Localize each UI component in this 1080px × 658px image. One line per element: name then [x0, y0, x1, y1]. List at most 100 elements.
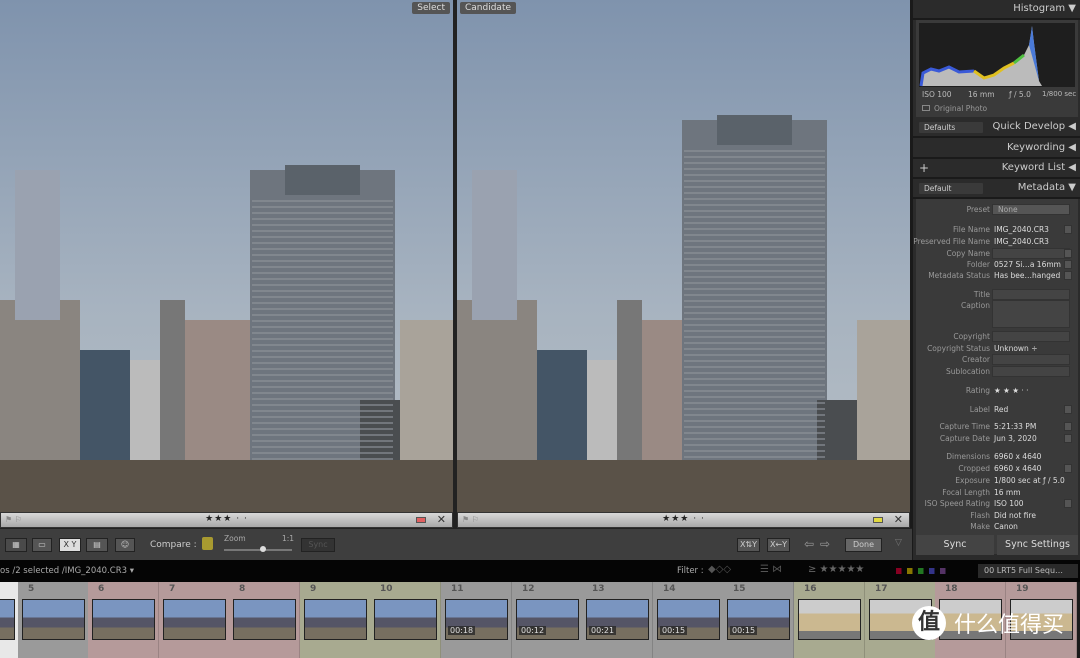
histogram-focal: 16 mm — [968, 90, 995, 99]
thumbnail[interactable]: 00:21 — [586, 599, 649, 640]
lock-icon[interactable] — [202, 537, 213, 550]
select-rating[interactable]: ★★★ · · — [205, 514, 248, 524]
filmstrip-cell[interactable]: 6 — [88, 582, 159, 658]
previous-arrow-icon[interactable]: ⇦ — [804, 537, 814, 551]
frame-number: 9 — [310, 584, 317, 594]
metadata-action-icon[interactable] — [1064, 249, 1072, 258]
metadata-value: 6960 x 4640 — [994, 464, 1042, 473]
swap-button[interactable]: X⇅Y — [737, 538, 760, 552]
metadata-field[interactable] — [992, 248, 1070, 259]
thumbnail[interactable] — [304, 599, 367, 640]
add-icon[interactable]: + — [919, 159, 929, 177]
candidate-image-pane[interactable]: Candidate — [457, 0, 910, 512]
done-button[interactable]: Done — [845, 538, 882, 552]
keyword-list-header[interactable]: + Keyword List ◀ — [913, 159, 1080, 179]
filmstrip-cell[interactable]: 10 — [370, 582, 441, 658]
metadata-field[interactable] — [992, 300, 1070, 328]
histogram-header[interactable]: Histogram ▼ — [913, 0, 1080, 20]
color-label-yellow[interactable] — [873, 517, 883, 523]
metadata-action-icon[interactable] — [1064, 422, 1072, 431]
compare-view-icon[interactable]: X Y — [59, 538, 81, 552]
next-arrow-icon[interactable]: ⇨ — [820, 537, 830, 551]
filmstrip-cell[interactable]: 12 00:12 — [512, 582, 583, 658]
metadata-action-icon[interactable] — [1064, 434, 1072, 443]
thumbnail[interactable] — [163, 599, 226, 640]
edit-filter-icon[interactable]: ☰ ⋈ — [760, 564, 782, 575]
filmstrip-cell[interactable]: 8 — [229, 582, 300, 658]
candidate-rating[interactable]: ★★★ · · — [662, 514, 705, 524]
metadata-value[interactable]: Red — [994, 404, 1008, 415]
zoom-slider[interactable] — [224, 546, 292, 552]
thumbnail[interactable] — [92, 599, 155, 640]
color-label-red[interactable] — [416, 517, 426, 523]
filmstrip-cell[interactable]: 11 00:18 — [441, 582, 512, 658]
rating-filter[interactable]: ≥ ★★★★★ — [808, 564, 864, 575]
metadata-row: Capture Date Jun 3, 2020 — [916, 433, 1078, 444]
thumbnail[interactable] — [798, 599, 861, 640]
filmstrip-cell[interactable]: 14 00:15 — [653, 582, 724, 658]
metadata-value[interactable]: ★ ★ ★ · · — [994, 385, 1028, 396]
thumbnail[interactable]: 00:18 — [445, 599, 508, 640]
filter-preset-select[interactable]: 00 LRT5 Full Sequ… — [978, 564, 1078, 578]
close-icon[interactable]: ✕ — [894, 513, 903, 526]
filmstrip-cell[interactable]: 9 — [300, 582, 371, 658]
keywording-header[interactable]: Keywording ◀ — [913, 139, 1080, 159]
metadata-key: Copyright — [953, 332, 990, 341]
zoom-ratio: 1:1 — [282, 534, 295, 543]
thumbnail[interactable]: 00:15 — [727, 599, 790, 640]
flag-filter-icon[interactable]: ◆◇◇ — [708, 564, 731, 575]
thumbnail[interactable] — [0, 599, 15, 640]
survey-view-icon[interactable]: ▤ — [86, 538, 108, 552]
filmstrip-cell[interactable]: 7 — [159, 582, 230, 658]
metadata-field[interactable] — [992, 366, 1070, 377]
metadata-header[interactable]: Default Metadata ▼ — [913, 179, 1080, 199]
metadata-action-icon[interactable] — [1064, 464, 1072, 473]
make-select-button[interactable]: X←Y — [767, 538, 790, 552]
grid-view-icon[interactable]: ▦ — [5, 538, 27, 552]
metadata-field[interactable] — [992, 289, 1070, 300]
metadata-row: Folder 0527 Si…a 16mm — [916, 259, 1078, 270]
filmstrip-path[interactable]: os /2 selected /IMG_2040.CR3 ▾ — [0, 566, 134, 576]
sync-button[interactable]: Sync — [916, 535, 994, 555]
keywording-title: Keywording — [1006, 142, 1066, 153]
loupe-view-icon[interactable]: ▭ — [32, 538, 52, 552]
thumbnail[interactable]: 00:15 — [657, 599, 720, 640]
quick-develop-preset-select[interactable]: Defaults — [919, 122, 983, 133]
thumbnail[interactable] — [374, 599, 437, 640]
metadata-field[interactable] — [992, 354, 1070, 365]
original-photo-checkbox[interactable] — [922, 105, 930, 111]
close-icon[interactable]: ✕ — [437, 513, 446, 526]
filmstrip-cell[interactable]: 5 — [18, 582, 89, 658]
toolbar-options-icon[interactable]: ▽ — [895, 538, 902, 548]
thumbnail[interactable] — [233, 599, 296, 640]
metadata-action-icon[interactable] — [1064, 499, 1072, 508]
metadata-action-icon[interactable] — [1064, 271, 1072, 280]
sync-zoom-button[interactable]: Sync — [301, 538, 335, 552]
metadata-row: Creator — [916, 354, 1078, 365]
metadata-field[interactable] — [992, 331, 1070, 342]
zoom-label: Zoom — [224, 534, 246, 543]
filmstrip-cell[interactable]: 15 00:15 — [723, 582, 794, 658]
metadata-row: Metadata Status Has bee…hanged — [916, 270, 1078, 281]
thumbnail[interactable] — [22, 599, 85, 640]
sync-settings-button[interactable]: Sync Settings — [997, 535, 1078, 555]
color-filter[interactable] — [896, 568, 951, 574]
metadata-row: Sublocation — [916, 366, 1078, 377]
thumbnail[interactable]: 00:12 — [516, 599, 579, 640]
metadata-action-icon[interactable] — [1064, 260, 1072, 269]
metadata-key: Metadata Status — [928, 271, 990, 280]
metadata-preset-select[interactable]: Default — [919, 183, 983, 194]
flag-icon[interactable]: ⚑ ⚐ — [462, 515, 479, 524]
metadata-action-icon[interactable] — [1064, 405, 1072, 414]
select-image-pane[interactable]: Select — [0, 0, 453, 512]
filmstrip-cell[interactable]: 13 00:21 — [582, 582, 653, 658]
metadata-key: Dimensions — [946, 452, 990, 461]
filmstrip-cell[interactable] — [0, 582, 19, 658]
quick-develop-header[interactable]: Defaults Quick Develop ◀ — [913, 118, 1080, 138]
flag-icon[interactable]: ⚑ ⚐ — [5, 515, 22, 524]
original-photo-label: Original Photo — [934, 104, 988, 113]
people-view-icon[interactable]: ☺ — [115, 538, 135, 552]
metadata-action-icon[interactable] — [1064, 225, 1072, 234]
zoom-slider-thumb[interactable] — [260, 546, 266, 552]
filmstrip-cell[interactable]: 16 — [794, 582, 865, 658]
